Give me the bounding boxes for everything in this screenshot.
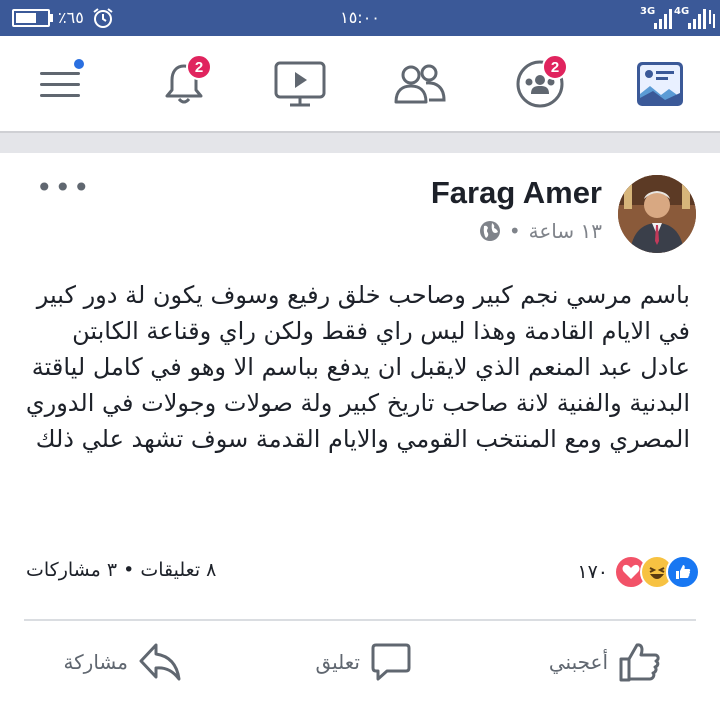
new-indicator-dot <box>72 57 86 71</box>
globe-icon <box>479 221 500 241</box>
battery-percent: ٪٦٥ <box>58 8 84 27</box>
post-stats[interactable]: ٨ تعليقات • ٣ مشاركات <box>26 559 216 581</box>
post-meta: ١٣ ساعة • <box>479 219 602 243</box>
friends-icon <box>394 64 446 104</box>
share-label: مشاركة <box>63 650 128 674</box>
signal-bars-icon <box>688 9 706 29</box>
notifications-button[interactable]: 2 <box>154 54 214 112</box>
reactions-count: ١٧٠ <box>577 561 608 583</box>
comment-label: تعليق <box>315 650 360 674</box>
actions-divider <box>24 619 696 621</box>
avatar-photo <box>618 175 696 253</box>
network-3g-label: 3G <box>640 6 656 17</box>
feed-separator <box>0 131 720 153</box>
battery-tip <box>50 14 53 22</box>
feed-post: Farag Amer ١٣ ساعة • ••• باسم مرسي نجم ك… <box>0 153 720 705</box>
author-avatar[interactable] <box>618 175 696 253</box>
network-4g-label: 4G <box>674 6 690 17</box>
battery-level <box>16 13 36 23</box>
watch-button[interactable] <box>270 56 330 112</box>
meta-separator: • <box>508 219 521 243</box>
news-feed-icon <box>637 62 683 106</box>
author-name[interactable]: Farag Amer <box>431 175 602 211</box>
groups-badge: 2 <box>542 54 568 80</box>
signal-indicators: 3G 4G <box>640 4 716 32</box>
like-icon <box>666 555 700 589</box>
like-label: أعجبني <box>548 650 608 674</box>
post-body: باسم مرسي نجم كبير وصاحب خلق رفيع وسوف ي… <box>25 281 690 453</box>
comment-icon <box>371 643 411 681</box>
top-navigation: 2 2 <box>0 36 720 131</box>
alarm-clock-icon <box>93 8 113 28</box>
news-feed-button[interactable] <box>630 56 690 112</box>
comment-button[interactable]: تعليق <box>315 641 412 683</box>
like-button[interactable]: أعجبني <box>549 641 662 683</box>
share-icon <box>139 643 181 681</box>
signal-bars-icon <box>654 9 672 29</box>
menu-button[interactable] <box>30 56 90 112</box>
data-transfer-icon <box>709 10 715 28</box>
status-bar: ٪٦٥ ١٥:٠٠ 3G 4G <box>0 0 720 36</box>
share-button[interactable]: مشاركة <box>63 641 182 683</box>
notifications-badge: 2 <box>186 54 212 80</box>
groups-button[interactable]: 2 <box>510 54 570 112</box>
friends-button[interactable] <box>390 56 450 112</box>
reactions-summary[interactable]: ١٧٠ <box>577 555 700 589</box>
thumbs-up-icon <box>619 643 660 682</box>
video-play-icon <box>274 61 326 107</box>
post-time[interactable]: ١٣ ساعة <box>529 219 602 243</box>
clock: ١٥:٠٠ <box>340 8 380 27</box>
post-options-button[interactable]: ••• <box>36 174 92 202</box>
battery-icon <box>12 9 50 27</box>
